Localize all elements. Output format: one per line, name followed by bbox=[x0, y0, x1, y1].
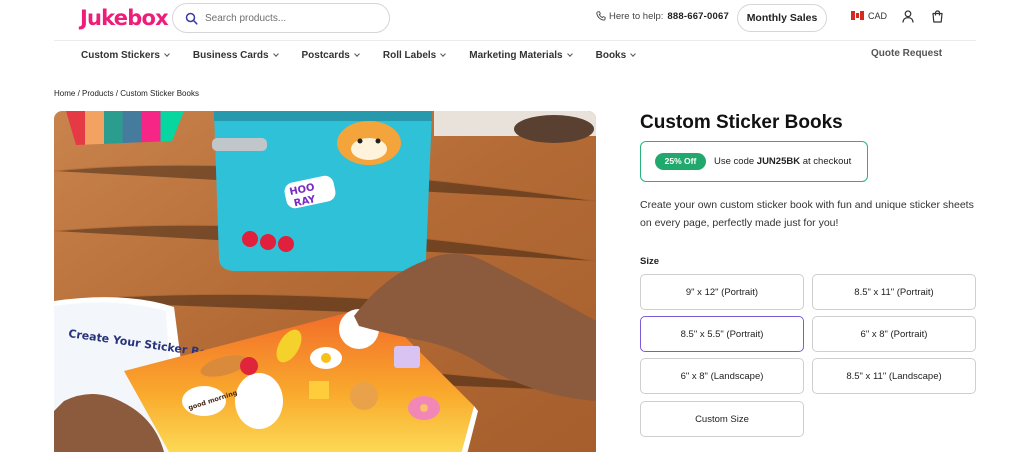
nav-item-business-cards[interactable]: Business Cards bbox=[192, 48, 279, 62]
promo-prefix: Use code bbox=[714, 156, 755, 167]
canada-flag-icon bbox=[851, 11, 864, 20]
chevron-down-icon bbox=[566, 50, 573, 57]
header-divider bbox=[54, 40, 976, 41]
product-description: Create your own custom sticker book with… bbox=[640, 199, 974, 229]
nav-item-books[interactable]: Books bbox=[595, 48, 637, 62]
nav-label: Postcards bbox=[301, 49, 350, 61]
chevron-down-icon bbox=[440, 50, 447, 57]
currency-label: CAD bbox=[868, 11, 888, 21]
help-line: Here to help: 888-667-0067 bbox=[596, 11, 729, 22]
product-image[interactable]: HOO RAY Create Your Sticker Book good mo… bbox=[54, 111, 596, 452]
main-nav: Custom Stickers Business Cards Postcards… bbox=[81, 48, 637, 62]
nav-label: Custom Stickers bbox=[81, 49, 160, 61]
chevron-down-icon bbox=[354, 50, 360, 57]
product-title: Custom Sticker Books bbox=[640, 112, 843, 133]
size-option-8-5x11-landscape[interactable]: 8.5" x 11" (Landscape) bbox=[812, 358, 976, 394]
size-option-6x8-portrait[interactable]: 6" x 8" (Portrait) bbox=[812, 316, 976, 352]
phone-icon bbox=[596, 11, 606, 21]
nav-label: Marketing Materials bbox=[469, 49, 563, 61]
user-icon[interactable] bbox=[902, 10, 914, 23]
promo-text: Use code JUN25BK at checkout bbox=[714, 156, 851, 167]
nav-label: Roll Labels bbox=[382, 49, 437, 61]
nav-label: Books bbox=[595, 49, 627, 61]
monthly-sales-button[interactable]: Monthly Sales bbox=[737, 4, 827, 32]
site-header: Jukebox Here to help:888-667-0067 Monthl… bbox=[0, 0, 1024, 36]
cart-icon[interactable] bbox=[931, 10, 944, 23]
chevron-down-icon bbox=[164, 50, 170, 57]
size-option-6x8-landscape[interactable]: 6" x 8" (Landscape) bbox=[640, 358, 804, 394]
product-photo: HOO RAY Create Your Sticker Book good mo… bbox=[54, 111, 596, 452]
help-label: Here to help: bbox=[609, 11, 664, 22]
size-option-8-5x5-5-portrait[interactable]: 8.5" x 5.5" (Portrait) bbox=[640, 316, 804, 352]
nav-item-custom-stickers[interactable]: Custom Stickers bbox=[81, 48, 170, 62]
promo-banner: 25% Off Use code JUN25BK at checkout bbox=[640, 141, 868, 182]
nav-label: Business Cards bbox=[192, 49, 269, 61]
chevron-down-icon bbox=[272, 50, 279, 57]
breadcrumb: Home / Products / Custom Sticker Books bbox=[54, 89, 199, 98]
search-bar[interactable] bbox=[172, 3, 390, 33]
discount-badge: 25% Off bbox=[655, 153, 706, 170]
promo-suffix: at checkout bbox=[802, 156, 852, 167]
size-option-9x12-portrait[interactable]: 9" x 12" (Portrait) bbox=[640, 274, 804, 310]
size-label: Size bbox=[640, 256, 660, 267]
currency-selector[interactable]: CAD bbox=[851, 11, 887, 21]
search-icon[interactable] bbox=[185, 12, 198, 25]
quote-request-link[interactable]: Quote Request bbox=[871, 48, 942, 59]
promo-code: JUN25BK bbox=[756, 156, 801, 167]
search-input[interactable] bbox=[205, 10, 381, 27]
chevron-down-icon bbox=[630, 50, 637, 57]
nav-item-roll-labels[interactable]: Roll Labels bbox=[382, 48, 447, 62]
phone-number[interactable]: 888-667-0067 bbox=[667, 11, 729, 22]
jukebox-logo[interactable]: Jukebox bbox=[80, 6, 169, 30]
nav-item-marketing-materials[interactable]: Marketing Materials bbox=[469, 48, 573, 62]
nav-item-postcards[interactable]: Postcards bbox=[301, 48, 360, 62]
size-option-custom[interactable]: Custom Size bbox=[640, 401, 804, 437]
size-option-8-5x11-portrait[interactable]: 8.5" x 11" (Portrait) bbox=[812, 274, 976, 310]
